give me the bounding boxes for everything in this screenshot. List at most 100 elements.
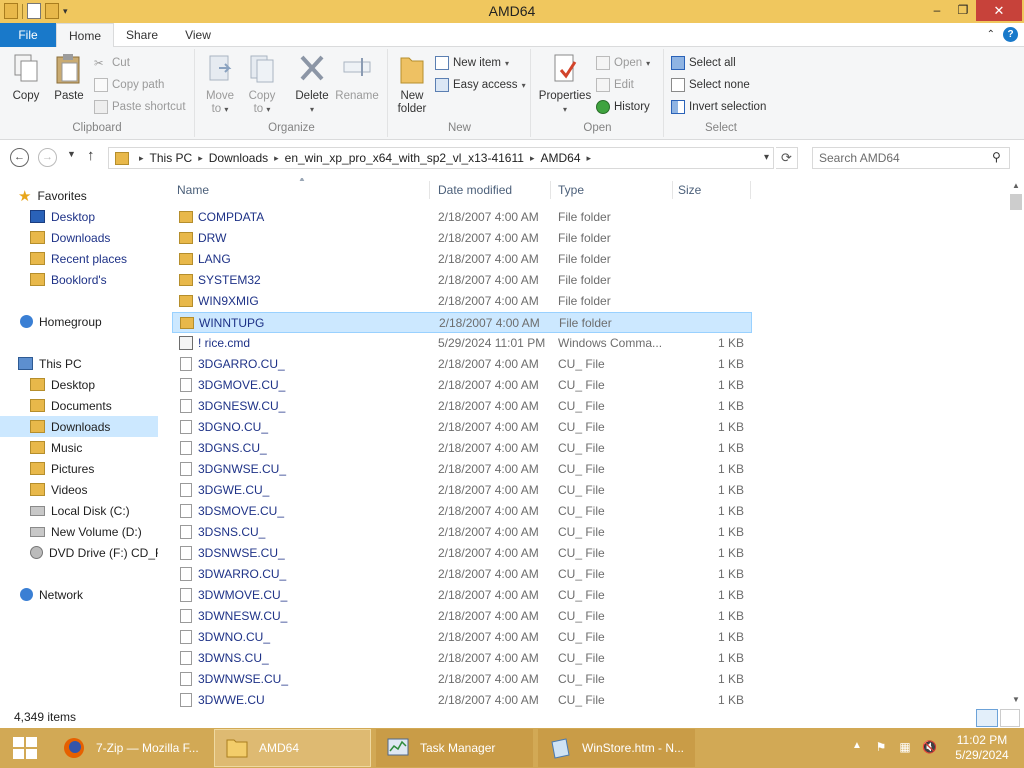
close-button[interactable]: ✕ xyxy=(976,0,1022,21)
file-row[interactable]: 3DGNWSE.CU_ 2/18/2007 4:00 AM CU_ File 1 KB xyxy=(172,459,752,480)
column-date-modified[interactable]: Date modified xyxy=(433,181,551,199)
scroll-down-icon[interactable]: ▼ xyxy=(1008,692,1024,708)
chevron-right-icon[interactable]: ▸ xyxy=(198,153,203,164)
file-row[interactable]: 3DSMOVE.CU_ 2/18/2007 4:00 AM CU_ File 1 KB xyxy=(172,501,752,522)
copy-button[interactable]: Copy xyxy=(8,52,44,103)
copy-to-button[interactable]: Copy to ▾ xyxy=(244,52,280,116)
nav-pc-documents[interactable]: Documents xyxy=(30,395,188,416)
file-row[interactable]: 3DWARRO.CU_ 2/18/2007 4:00 AM CU_ File 1 KB xyxy=(172,564,752,585)
file-row[interactable]: WIN9XMIG 2/18/2007 4:00 AM File folder xyxy=(172,291,752,312)
breadcrumb-iso-folder[interactable]: en_win_xp_pro_x64_with_sp2_vl_x13-41611 xyxy=(285,151,524,165)
copy-path-button[interactable]: Copy path xyxy=(94,76,164,94)
chevron-right-icon[interactable]: ▸ xyxy=(139,153,144,164)
forward-button[interactable]: → xyxy=(38,148,57,167)
taskbar-notepad[interactable]: WinStore.htm - N... xyxy=(538,729,695,767)
breadcrumb-amd64[interactable]: AMD64 xyxy=(540,151,580,165)
chevron-down-icon[interactable]: ▾ xyxy=(764,152,769,163)
start-button[interactable] xyxy=(0,728,50,768)
file-row[interactable]: 3DWWE.CU 2/18/2007 4:00 AM CU_ File 1 KB xyxy=(172,690,752,708)
nav-network[interactable]: Network xyxy=(20,584,178,605)
nav-pc-music[interactable]: Music xyxy=(30,437,188,458)
new-item-button[interactable]: New item ▾ xyxy=(435,54,509,72)
scroll-up-icon[interactable]: ▲ xyxy=(1008,178,1024,194)
network-status-icon[interactable]: ▦ xyxy=(898,740,912,754)
file-row[interactable]: 3DGARRO.CU_ 2/18/2007 4:00 AM CU_ File 1 KB xyxy=(172,354,752,375)
search-input[interactable]: Search AMD64 xyxy=(812,147,1010,169)
open-button[interactable]: Open ▾ xyxy=(596,54,650,72)
breadcrumb-this-pc[interactable]: This PC xyxy=(150,151,193,165)
select-all-button[interactable]: Select all xyxy=(671,54,736,72)
file-row[interactable]: DRW 2/18/2007 4:00 AM File folder xyxy=(172,228,752,249)
nav-pc-videos[interactable]: Videos xyxy=(30,479,188,500)
flag-icon[interactable]: ⚑ xyxy=(874,740,888,754)
nav-fav-downloads[interactable]: Downloads xyxy=(30,227,188,248)
collapse-ribbon-icon[interactable]: ⌃ xyxy=(987,29,995,40)
nav-favorites[interactable]: ★ Favorites xyxy=(18,185,176,206)
edit-button[interactable]: Edit xyxy=(596,76,634,94)
nav-pc-desktop[interactable]: Desktop xyxy=(30,374,188,395)
nav-pc-local-disk[interactable]: Local Disk (C:) xyxy=(30,500,188,521)
file-row[interactable]: 3DGNS.CU_ 2/18/2007 4:00 AM CU_ File 1 KB xyxy=(172,438,752,459)
delete-button[interactable]: Delete ▾ xyxy=(292,52,332,116)
easy-access-button[interactable]: Easy access ▾ xyxy=(435,76,526,94)
history-button[interactable]: History xyxy=(596,98,650,116)
select-none-button[interactable]: Select none xyxy=(671,76,750,94)
clock[interactable]: 11:02 PM 5/29/2024 xyxy=(946,733,1018,763)
recent-locations-icon[interactable]: ▼ xyxy=(67,149,76,159)
nav-fav-desktop[interactable]: Desktop xyxy=(30,206,188,227)
volume-muted-icon[interactable]: 🔇 xyxy=(922,740,937,754)
file-row[interactable]: 3DGMOVE.CU_ 2/18/2007 4:00 AM CU_ File 1 KB xyxy=(172,375,752,396)
chevron-right-icon[interactable]: ▸ xyxy=(587,153,592,164)
taskbar-file-explorer[interactable]: AMD64 xyxy=(214,729,371,767)
rename-button[interactable]: Rename xyxy=(334,52,380,103)
details-view-icon[interactable] xyxy=(976,709,998,727)
file-row[interactable]: 3DSNWSE.CU_ 2/18/2007 4:00 AM CU_ File 1 KB xyxy=(172,543,752,564)
file-row[interactable]: 3DWMOVE.CU_ 2/18/2007 4:00 AM CU_ File 1 KB xyxy=(172,585,752,606)
tab-share[interactable]: Share xyxy=(114,23,170,48)
invert-selection-button[interactable]: Invert selection xyxy=(671,98,766,116)
back-button[interactable]: ← xyxy=(10,148,29,167)
nav-fav-recent[interactable]: Recent places xyxy=(30,248,188,269)
file-row[interactable]: 3DWNO.CU_ 2/18/2007 4:00 AM CU_ File 1 KB xyxy=(172,627,752,648)
show-hidden-icons-icon[interactable]: ▲ xyxy=(852,740,862,751)
tab-home[interactable]: Home xyxy=(56,23,114,48)
paste-button[interactable]: Paste xyxy=(50,52,88,103)
nav-homegroup[interactable]: Homegroup xyxy=(20,311,178,332)
file-row[interactable]: 3DGWE.CU_ 2/18/2007 4:00 AM CU_ File 1 KB xyxy=(172,480,752,501)
chevron-right-icon[interactable]: ▸ xyxy=(530,153,535,164)
taskbar-firefox[interactable]: 7-Zip — Mozilla F... xyxy=(52,729,209,767)
file-row[interactable]: 3DWNESW.CU_ 2/18/2007 4:00 AM CU_ File 1 KB xyxy=(172,606,752,627)
refresh-button[interactable]: ⟳ xyxy=(776,147,798,169)
nav-this-pc[interactable]: This PC xyxy=(18,353,176,374)
properties-button[interactable]: Properties ▾ xyxy=(536,52,594,116)
file-row[interactable]: COMPDATA 2/18/2007 4:00 AM File folder xyxy=(172,207,752,228)
cut-button[interactable]: ✂ Cut xyxy=(94,54,130,72)
vertical-scrollbar[interactable]: ▲ ▼ xyxy=(1008,178,1024,708)
file-row[interactable]: LANG 2/18/2007 4:00 AM File folder xyxy=(172,249,752,270)
chevron-right-icon[interactable]: ▸ xyxy=(274,153,279,164)
nav-pc-new-volume[interactable]: New Volume (D:) xyxy=(30,521,188,542)
nav-pc-pictures[interactable]: Pictures xyxy=(30,458,188,479)
file-row[interactable]: 3DSNS.CU_ 2/18/2007 4:00 AM CU_ File 1 KB xyxy=(172,522,752,543)
address-bar[interactable]: ▸ This PC ▸ Downloads ▸ en_win_xp_pro_x6… xyxy=(108,147,774,169)
column-type[interactable]: Type xyxy=(553,181,673,199)
breadcrumb-downloads[interactable]: Downloads xyxy=(209,151,268,165)
paste-shortcut-button[interactable]: Paste shortcut xyxy=(94,98,186,116)
column-name[interactable]: Name xyxy=(172,181,430,199)
nav-fav-booklords[interactable]: Booklord's xyxy=(30,269,188,290)
file-row[interactable]: 3DGNO.CU_ 2/18/2007 4:00 AM CU_ File 1 KB xyxy=(172,417,752,438)
file-row[interactable]: 3DGNESW.CU_ 2/18/2007 4:00 AM CU_ File 1 KB xyxy=(172,396,752,417)
file-row[interactable]: WINNTUPG 2/18/2007 4:00 AM File folder xyxy=(172,312,752,333)
search-icon[interactable]: ⚲ xyxy=(992,150,1018,164)
column-size[interactable]: Size xyxy=(673,181,751,199)
nav-pc-dvd-drive[interactable]: DVD Drive (F:) CD_R xyxy=(30,542,158,563)
tab-file[interactable]: File xyxy=(0,23,56,47)
scroll-thumb[interactable] xyxy=(1010,194,1022,210)
large-icons-view-icon[interactable] xyxy=(1000,709,1020,727)
file-row[interactable]: ! rice.cmd 5/29/2024 11:01 PM Windows Comm… xyxy=(172,333,752,354)
new-folder-button[interactable]: New folder xyxy=(393,52,431,116)
maximize-button[interactable]: ❐ xyxy=(950,0,976,21)
file-row[interactable]: 3DWNWSE.CU_ 2/18/2007 4:00 AM CU_ File 1 KB xyxy=(172,669,752,690)
nav-pc-downloads[interactable]: Downloads xyxy=(0,416,158,437)
file-row[interactable]: SYSTEM32 2/18/2007 4:00 AM File folder xyxy=(172,270,752,291)
